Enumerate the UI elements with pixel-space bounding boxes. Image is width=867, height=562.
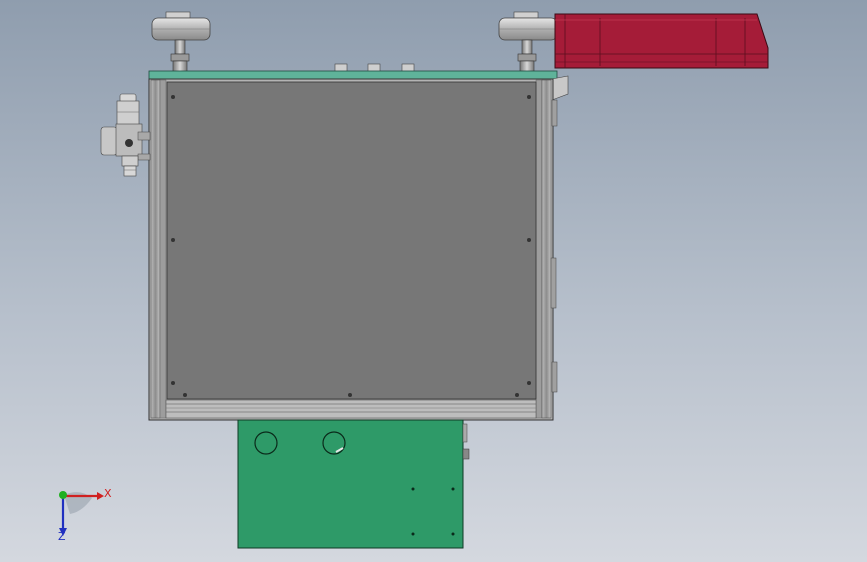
side-bracket — [551, 75, 569, 101]
cad-graphics-area[interactable]: X Z — [0, 0, 867, 562]
green-electrical-box — [237, 419, 470, 549]
caster-wheel-right — [498, 11, 558, 73]
z-axis-label: Z — [58, 530, 66, 543]
top-plate — [148, 70, 558, 80]
cad-model-view[interactable] — [0, 0, 867, 562]
caster-wheel-left — [151, 11, 211, 73]
air-regulator — [100, 93, 151, 177]
front-panel — [166, 81, 537, 400]
x-axis-label: X — [104, 487, 112, 500]
red-housing — [554, 13, 769, 69]
